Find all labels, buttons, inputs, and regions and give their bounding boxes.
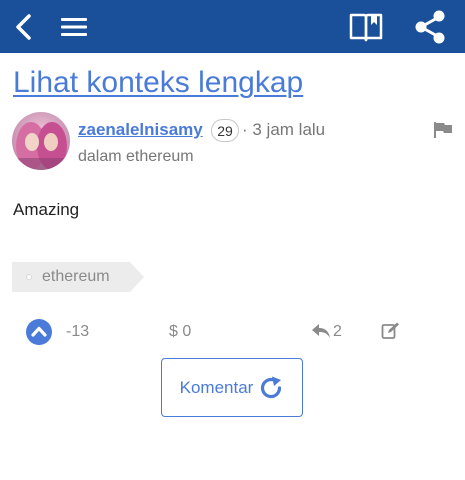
bookmark-button[interactable] — [346, 0, 386, 53]
share-icon — [415, 10, 445, 43]
view-full-context-link[interactable]: Lihat konteks lengkap — [13, 66, 303, 100]
back-button[interactable] — [8, 0, 38, 53]
tag-ethereum[interactable]: ethereum — [12, 262, 144, 292]
comment-button-label: Komentar — [179, 377, 254, 397]
chevron-left-icon — [16, 13, 31, 40]
vote-count: -13 — [66, 323, 90, 340]
book-icon — [349, 13, 383, 41]
post-body: Amazing — [13, 200, 80, 219]
avatar[interactable] — [12, 112, 70, 170]
edit-icon — [381, 322, 399, 339]
edit-button[interactable] — [381, 321, 400, 340]
flag-icon — [434, 122, 452, 138]
upvote-icon — [26, 319, 52, 345]
avatar-image — [12, 112, 70, 170]
reply-icon — [312, 324, 330, 338]
top-app-bar — [0, 0, 465, 53]
tag-dot-icon — [26, 274, 32, 280]
comment-button[interactable]: Komentar — [161, 358, 303, 417]
upvote-button[interactable] — [26, 319, 52, 345]
reply-count[interactable]: 2 — [333, 323, 342, 341]
post-time: · 3 jam lalu — [242, 120, 326, 139]
payout-value[interactable]: $ 0 — [169, 323, 191, 341]
share-button[interactable] — [408, 0, 452, 53]
replies-button[interactable] — [311, 322, 331, 340]
tag-label: ethereum — [42, 268, 110, 285]
refresh-icon — [261, 376, 282, 398]
hamburger-menu-icon — [61, 17, 87, 36]
reputation-badge: 29 — [211, 119, 239, 142]
menu-button[interactable] — [58, 0, 90, 53]
flag-button[interactable] — [432, 121, 454, 139]
community-label: dalam ethereum — [78, 148, 194, 165]
author-link[interactable]: zaenalelnisamy — [78, 120, 203, 140]
